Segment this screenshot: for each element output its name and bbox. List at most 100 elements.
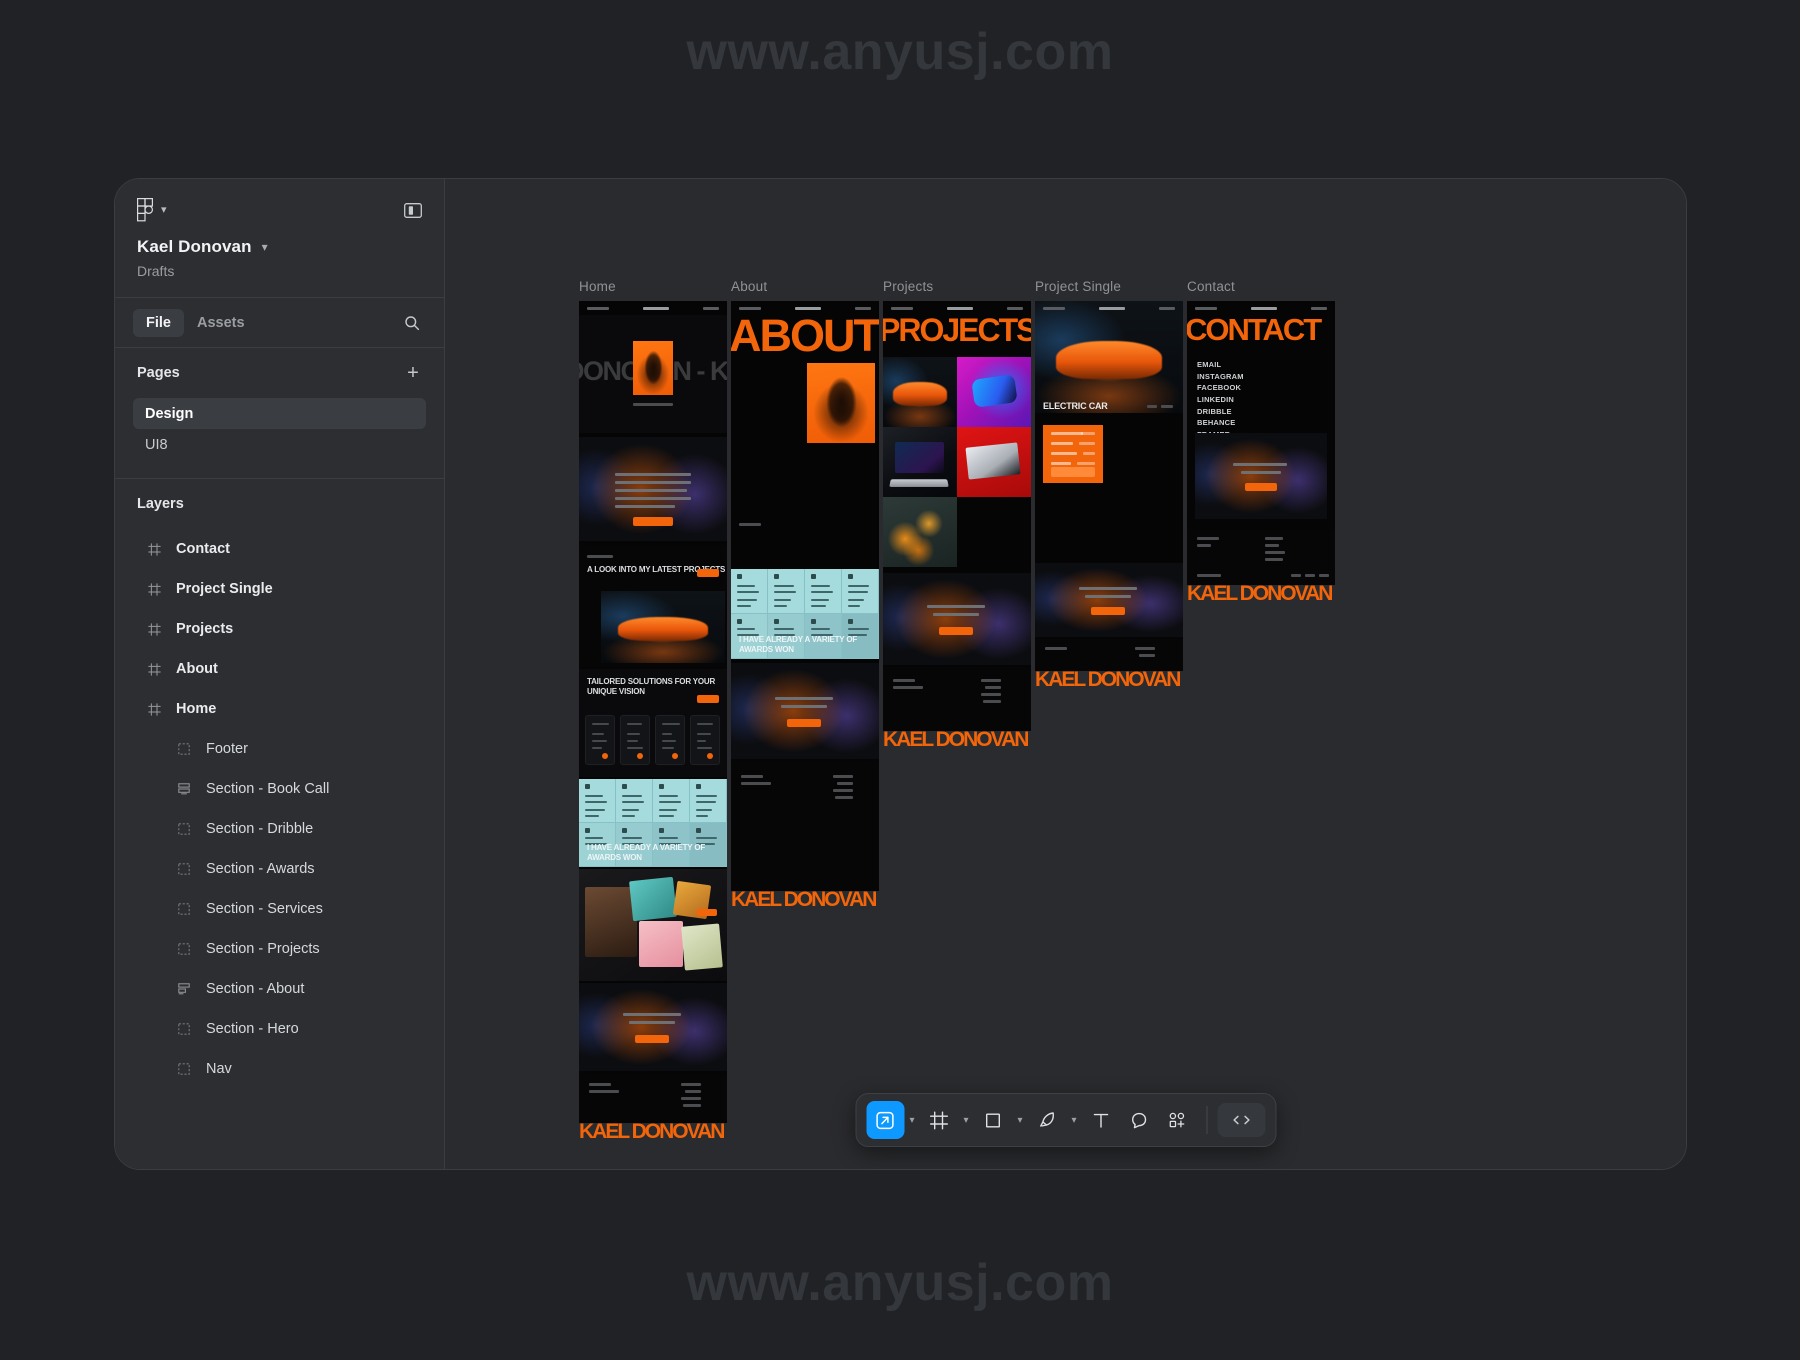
figma-app-window: ▾ Kael Donovan ▾ Drafts File Assets (114, 178, 1687, 1170)
figma-logo-icon[interactable] (137, 198, 154, 222)
file-title-row[interactable]: Kael Donovan ▾ (137, 237, 422, 257)
layer-label: Projects (176, 621, 233, 637)
sidebar-topbar: ▾ (115, 187, 444, 233)
layers-header: Layers (115, 479, 444, 529)
contact-link-instagram[interactable]: INSTAGRAM (1197, 371, 1244, 383)
actions-tool-button[interactable] (1158, 1101, 1196, 1139)
contact-link-dribble[interactable]: DRIBBLE (1197, 406, 1244, 418)
frame-icon (143, 623, 165, 636)
tab-file[interactable]: File (133, 309, 184, 337)
project-single-hero-image (1035, 301, 1183, 413)
page-item-ui8[interactable]: UI8 (133, 429, 426, 460)
frame-icon (143, 543, 165, 556)
page-title: Kael Donovan (137, 237, 252, 257)
layer-row-footer[interactable]: Footer (133, 729, 426, 769)
home-footer (579, 1073, 727, 1123)
frame-icon (143, 583, 165, 596)
frame-body-project-single[interactable]: ELECTRIC CAR (1035, 301, 1183, 671)
layer-row-about[interactable]: About (133, 649, 426, 689)
home-section-dribble (579, 869, 727, 981)
canvas-frame-contact[interactable]: Contact CONTACT EMAIL INSTAGRAM FACEBOOK… (1187, 279, 1335, 604)
canvas-frame-project-single[interactable]: Project Single ELECTRIC CAR (1035, 279, 1183, 690)
watermark-bottom: www.anyusj.com (0, 1253, 1800, 1313)
tab-assets[interactable]: Assets (184, 309, 258, 337)
chevron-down-icon[interactable]: ▾ (161, 205, 167, 216)
projects-grid (883, 357, 1031, 567)
project-thumb-vr[interactable] (957, 357, 1031, 427)
project-single-info-card (1043, 425, 1103, 483)
chevron-down-icon[interactable]: ▾ (262, 241, 268, 253)
frame-body-projects[interactable]: PROJECTS (883, 301, 1031, 731)
layer-row-section-book-call[interactable]: Section - Book Call (133, 769, 426, 809)
layer-label: Nav (206, 1061, 232, 1077)
design-canvas[interactable]: Home DONOVAN - KAEL (445, 179, 1686, 1169)
frame-body-about[interactable]: ABOUT (731, 301, 879, 891)
projects-heading: PROJECTS (883, 315, 1031, 345)
home-project-card-car (601, 591, 725, 663)
pages-header: Pages + (115, 348, 444, 398)
layer-row-section-projects[interactable]: Section - Projects (133, 929, 426, 969)
contact-link-behance[interactable]: BEHANCE (1197, 417, 1244, 429)
layer-row-section-hero[interactable]: Section - Hero (133, 1009, 426, 1049)
layer-row-contact[interactable]: Contact (133, 529, 426, 569)
shape-tool-button[interactable] (974, 1101, 1012, 1139)
layer-row-section-awards[interactable]: Section - Awards (133, 849, 426, 889)
layer-label: Section - Services (206, 901, 323, 917)
layer-label: Contact (176, 541, 230, 557)
canvas-frame-home[interactable]: Home DONOVAN - KAEL (579, 279, 727, 1142)
pages-title: Pages (137, 365, 180, 381)
frame-label: Home (579, 279, 727, 294)
group-icon (173, 823, 195, 835)
pen-tool-button[interactable] (1028, 1101, 1066, 1139)
frame-body-contact[interactable]: CONTACT EMAIL INSTAGRAM FACEBOOK LINKEDI… (1187, 301, 1335, 585)
move-tool-button[interactable] (866, 1101, 904, 1139)
layer-row-section-services[interactable]: Section - Services (133, 889, 426, 929)
project-single-wordmark: KAEL DONOVAN (1035, 670, 1183, 690)
autolayout-icon (173, 983, 195, 995)
plus-icon[interactable]: + (400, 360, 426, 386)
contact-section-book-call (1195, 433, 1327, 519)
frame-body-home[interactable]: DONOVAN - KAEL A LOOK INTO MY LATEST (579, 301, 727, 1123)
layer-row-project-single[interactable]: Project Single (133, 569, 426, 609)
layer-row-nav[interactable]: Nav (133, 1049, 426, 1089)
home-section-projects: A LOOK INTO MY LATEST PROJECTS (579, 545, 727, 667)
projects-footer (883, 667, 1031, 731)
layer-row-section-about[interactable]: Section - About (133, 969, 426, 1009)
layer-label: Footer (206, 741, 248, 757)
project-thumb-laptop-red[interactable] (957, 427, 1031, 497)
pen-tool-caret-icon[interactable]: ▾ (1066, 1101, 1082, 1139)
layer-row-home[interactable]: Home (133, 689, 426, 729)
shape-tool-caret-icon[interactable]: ▾ (1012, 1101, 1028, 1139)
home-section-awards: I HAVE ALREADY A VARIETY OF AWARDS WON (579, 779, 727, 867)
frame-tool-caret-icon[interactable]: ▾ (958, 1101, 974, 1139)
contact-link-facebook[interactable]: FACEBOOK (1197, 382, 1244, 394)
layer-row-projects[interactable]: Projects (133, 609, 426, 649)
home-section-book-call-2 (579, 983, 727, 1071)
canvas-frame-projects[interactable]: Projects PROJECTS (883, 279, 1031, 750)
contact-wordmark: KAEL DONOVAN (1187, 584, 1335, 604)
project-thumb-laptop-dark[interactable] (883, 427, 957, 497)
contact-link-linkedin[interactable]: LINKEDIN (1197, 394, 1244, 406)
about-section-book-call (731, 663, 879, 759)
about-awards-heading: I HAVE ALREADY A VARIETY OF AWARDS WON (739, 635, 879, 655)
project-thumb-car[interactable] (883, 357, 957, 427)
toolbar-separator (1206, 1106, 1207, 1134)
mock-nav (1035, 301, 1183, 315)
layer-label: Section - Hero (206, 1021, 299, 1037)
canvas-frame-about[interactable]: About ABOUT (731, 279, 879, 910)
frame-tool-button[interactable] (920, 1101, 958, 1139)
text-tool-button[interactable] (1082, 1101, 1120, 1139)
move-tool-caret-icon[interactable]: ▾ (904, 1101, 920, 1139)
panel-layout-icon[interactable] (400, 197, 426, 223)
group-icon (173, 863, 195, 875)
contact-heading: CONTACT (1187, 315, 1320, 344)
frame-label: Project Single (1035, 279, 1183, 294)
comment-tool-button[interactable] (1120, 1101, 1158, 1139)
search-icon[interactable] (398, 309, 426, 337)
project-thumb-flowers[interactable] (883, 497, 957, 567)
pages-list: Design UI8 (115, 398, 444, 468)
layer-row-section-dribble[interactable]: Section - Dribble (133, 809, 426, 849)
page-item-design[interactable]: Design (133, 398, 426, 429)
dev-mode-toggle[interactable] (1217, 1103, 1265, 1137)
contact-link-email[interactable]: EMAIL (1197, 359, 1244, 371)
